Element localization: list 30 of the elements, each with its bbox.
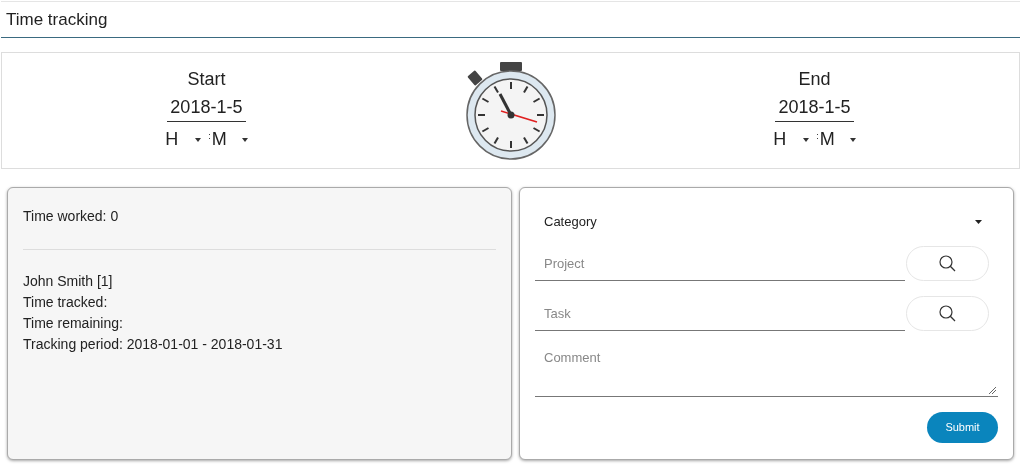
summary-line: Time tracked: [23,293,109,312]
summary-line: Time remaining: [23,314,124,333]
caret-icon [849,137,856,142]
summary-line: John Smith [1] [23,272,114,291]
separator: : [208,130,211,143]
minute-dropdown[interactable]: M [819,126,856,153]
search-icon [939,305,956,322]
page-title: Time tracking [6,8,108,31]
search-input-field[interactable]: Project [535,246,905,281]
minute-dropdown[interactable]: M [211,126,248,153]
comment-field[interactable]: Comment [535,347,998,397]
caret-icon [195,137,202,142]
search-input-field[interactable]: Task [535,296,905,331]
stopwatch-icon [464,61,557,160]
time-label: End [798,68,831,90]
hour-dropdown[interactable]: H [773,126,816,153]
caret-icon [803,137,810,142]
category-dropdown[interactable]: Category [535,212,998,232]
date-field[interactable]: 2018-1-5 [166,94,246,122]
date-field[interactable]: 2018-1-5 [775,94,855,122]
summary-line: Tracking period: 2018-01-01 - 2018-01-31 [23,335,284,354]
hour-dropdown[interactable]: H [165,126,208,153]
submit-button[interactable]: Submit [927,412,998,443]
time-label: Start [187,68,226,90]
search-icon [939,255,956,272]
time-worked-text: Time worked: 0 [23,207,120,226]
resize-handle-icon[interactable] [989,387,996,394]
separator: : [816,130,819,143]
caret-icon [241,137,248,142]
caret-icon [975,220,982,224]
